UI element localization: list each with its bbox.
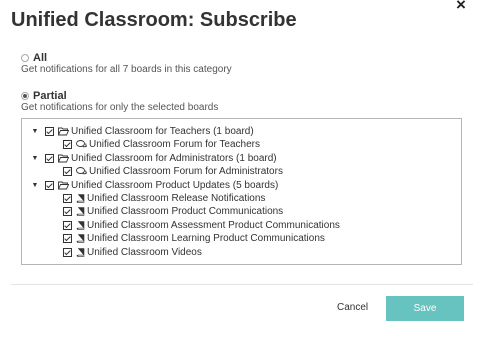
group-checkbox[interactable] (45, 154, 54, 163)
board-label[interactable]: Unified Classroom Learning Product Commu… (87, 232, 325, 245)
forum-icon (76, 167, 87, 176)
board-label[interactable]: Unified Classroom Forum for Teachers (89, 138, 260, 151)
cancel-button[interactable]: Cancel (337, 302, 368, 313)
board-label[interactable]: Unified Classroom Release Notifications (87, 192, 265, 205)
group-label[interactable]: Unified Classroom for Teachers (1 board) (71, 125, 254, 138)
folder-open-icon (58, 154, 69, 163)
group-checkbox[interactable] (45, 181, 54, 190)
board-checkbox[interactable] (63, 167, 72, 176)
option-all[interactable]: All Get notifications for all 7 boards i… (21, 51, 232, 76)
book-icon (76, 207, 85, 216)
partial-label: Partial (33, 89, 67, 102)
board-checkbox[interactable] (63, 140, 72, 149)
board-label[interactable]: Unified Classroom Assessment Product Com… (87, 219, 340, 232)
dialog-title: Unified Classroom: Subscribe (11, 9, 297, 31)
close-icon[interactable]: × (456, 0, 466, 13)
book-icon (76, 194, 85, 203)
group-label[interactable]: Unified Classroom for Administrators (1 … (71, 152, 277, 165)
all-radio[interactable] (21, 53, 29, 62)
save-button[interactable]: Save (386, 296, 464, 321)
tree-board: Unified Classroom Product Communications (63, 205, 283, 218)
board-checkbox[interactable] (63, 234, 72, 243)
board-checkbox[interactable] (63, 207, 72, 216)
partial-radio[interactable] (21, 91, 29, 100)
tree-group: ▼ Unified Classroom Product Updates (5 b… (31, 179, 279, 192)
option-partial[interactable]: Partial Get notifications for only the s… (21, 89, 218, 114)
tree-group: ▼ Unified Classroom for Administrators (… (31, 152, 277, 165)
book-icon (76, 234, 85, 243)
tree-group: ▼ Unified Classroom for Teachers (1 boar… (31, 125, 254, 138)
board-checkbox[interactable] (63, 194, 72, 203)
caret-down-icon[interactable]: ▼ (31, 125, 39, 138)
tree-board: Unified Classroom Videos (63, 246, 202, 259)
board-checkbox[interactable] (63, 248, 72, 257)
book-icon (76, 248, 85, 257)
folder-open-icon (58, 181, 69, 190)
all-description: Get notifications for all 7 boards in th… (21, 64, 232, 75)
forum-icon (76, 140, 87, 149)
board-tree: ▼ Unified Classroom for Teachers (1 boar… (21, 118, 462, 265)
tree-board: Unified Classroom Assessment Product Com… (63, 219, 340, 232)
tree-board: Unified Classroom Release Notifications (63, 192, 265, 205)
folder-open-icon (58, 127, 69, 136)
board-label[interactable]: Unified Classroom Videos (87, 246, 202, 259)
footer-divider (11, 284, 473, 285)
tree-board: Unified Classroom Forum for Administrato… (63, 165, 283, 178)
caret-down-icon[interactable]: ▼ (31, 152, 39, 165)
board-label[interactable]: Unified Classroom Product Communications (87, 205, 283, 218)
caret-down-icon[interactable]: ▼ (31, 179, 39, 192)
group-checkbox[interactable] (45, 127, 54, 136)
tree-board: Unified Classroom Learning Product Commu… (63, 232, 325, 245)
board-label[interactable]: Unified Classroom Forum for Administrato… (89, 165, 283, 178)
board-checkbox[interactable] (63, 221, 72, 230)
partial-description: Get notifications for only the selected … (21, 102, 219, 113)
group-label[interactable]: Unified Classroom Product Updates (5 boa… (71, 179, 278, 192)
all-label: All (33, 51, 48, 64)
tree-board: Unified Classroom Forum for Teachers (63, 138, 260, 151)
book-icon (76, 221, 85, 230)
